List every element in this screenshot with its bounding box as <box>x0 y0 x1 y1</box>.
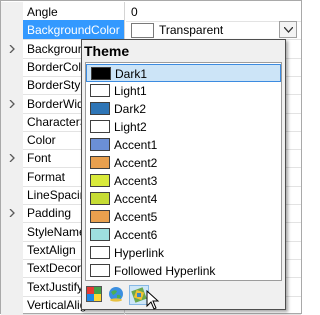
color-swatch <box>90 210 110 223</box>
row-gutter <box>1 276 23 297</box>
color-label: Accent1 <box>114 138 158 152</box>
theme-color-list[interactable]: Dark1 Light1 Dark2 Light2 Accent1 Accent2 Acce… <box>85 62 282 281</box>
property-value-text: Transparent <box>159 23 224 38</box>
color-label: Light1 <box>114 84 147 98</box>
row-gutter <box>1 2 23 22</box>
color-label: Followed Hyperlink <box>114 264 216 278</box>
color-list-item[interactable]: Accent3 <box>86 172 281 190</box>
expand-chevron-icon[interactable] <box>1 203 23 224</box>
color-swatch <box>91 67 111 80</box>
expand-chevron-icon[interactable] <box>1 38 23 59</box>
color-list-item[interactable]: Accent4 <box>86 190 281 208</box>
row-gutter <box>1 221 23 242</box>
color-swatch <box>90 246 110 259</box>
color-list-item[interactable]: Light1 <box>86 82 281 100</box>
color-label: Accent4 <box>114 192 158 206</box>
row-gutter <box>1 239 23 260</box>
color-list-item[interactable]: Dark2 <box>86 100 281 118</box>
expand-chevron-icon[interactable] <box>1 148 23 169</box>
color-label: Dark2 <box>114 102 147 116</box>
color-swatch <box>90 102 110 115</box>
color-list-item[interactable]: Light2 <box>86 118 281 136</box>
web-colors-button[interactable] <box>107 285 127 305</box>
color-label: Dark1 <box>115 67 148 81</box>
property-row[interactable]: Angle 0 <box>1 2 301 22</box>
color-label: Light2 <box>114 120 147 134</box>
color-label: Hyperlink <box>114 246 165 260</box>
color-swatch <box>90 228 110 241</box>
color-swatch <box>90 84 110 97</box>
row-gutter <box>1 111 23 132</box>
row-gutter <box>1 56 23 77</box>
color-list-item[interactable]: Hyperlink <box>86 244 281 262</box>
color-list-item[interactable]: Accent1 <box>86 136 281 154</box>
color-list-item[interactable]: Accent6 <box>86 226 281 244</box>
color-label: Accent6 <box>114 228 158 242</box>
row-gutter <box>1 294 23 315</box>
property-value[interactable]: Transparent <box>126 20 301 41</box>
color-swatch <box>90 120 110 133</box>
color-label: Accent5 <box>114 210 158 224</box>
color-label: Accent3 <box>114 174 158 188</box>
color-list-item[interactable]: Accent2 <box>86 154 281 172</box>
color-swatch <box>90 138 110 151</box>
row-gutter <box>1 130 23 151</box>
dropdown-button[interactable] <box>279 21 297 39</box>
expand-chevron-icon[interactable] <box>1 93 23 114</box>
color-label: Accent2 <box>114 156 158 170</box>
current-color-swatch <box>131 23 154 39</box>
mouse-cursor-icon <box>146 290 160 310</box>
color-list-item[interactable]: Dark1 <box>86 64 281 82</box>
property-value[interactable]: 0 <box>126 2 301 22</box>
property-name: Angle <box>23 2 125 22</box>
property-row[interactable]: BackgroundColor Transparent <box>1 20 301 41</box>
color-swatch <box>90 264 110 277</box>
color-list-item[interactable]: Accent5 <box>86 208 281 226</box>
color-swatch <box>90 156 110 169</box>
color-list-item[interactable]: Followed Hyperlink <box>86 262 281 280</box>
color-swatch <box>90 192 110 205</box>
row-gutter <box>1 75 23 96</box>
row-gutter <box>1 258 23 279</box>
row-gutter <box>1 185 23 205</box>
color-swatch <box>90 174 110 187</box>
row-gutter <box>1 20 23 41</box>
custom-colors-button[interactable] <box>85 285 105 305</box>
property-name: BackgroundColor <box>23 20 125 41</box>
popup-title: Theme <box>84 43 130 59</box>
color-picker-popup: Theme Dark1 Light1 Dark2 Light2 Accent1 Accen… <box>81 39 286 310</box>
row-gutter <box>1 166 23 187</box>
